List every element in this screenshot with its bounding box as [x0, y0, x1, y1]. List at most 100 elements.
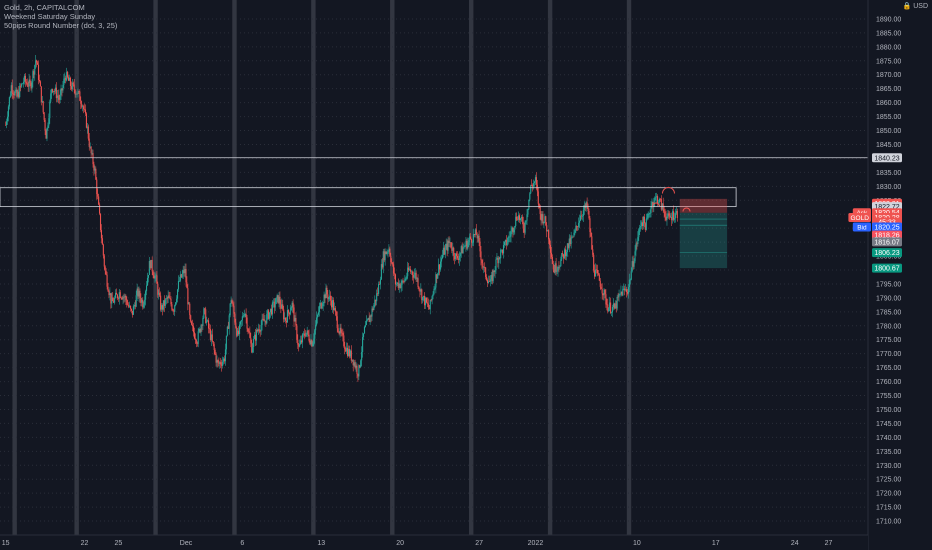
candle-body [595, 269, 598, 271]
candle-body [461, 246, 463, 254]
candle-body [227, 326, 229, 329]
candle-body [295, 317, 297, 326]
candle-body [217, 360, 219, 363]
candle-body [603, 289, 605, 296]
candle-body [269, 312, 271, 319]
candle-body [239, 321, 242, 325]
candle-body [247, 328, 249, 332]
candle-body [249, 332, 251, 338]
candle-body [545, 216, 547, 226]
candle-body [659, 198, 661, 200]
candle-body [618, 294, 620, 298]
candle-body [308, 334, 310, 341]
candle-body [467, 242, 469, 249]
candle-body [487, 281, 490, 283]
candle-body [189, 303, 191, 316]
candle-body [121, 297, 123, 300]
currency-selector[interactable]: 🔒 USD [903, 2, 929, 10]
candle-body [663, 209, 665, 212]
candle-body [293, 307, 295, 322]
price-label-text: 1840.23 [874, 155, 899, 162]
candle-body [93, 164, 95, 171]
supply-zone-box[interactable] [0, 187, 737, 208]
candle-body [168, 295, 170, 299]
candle-body [658, 198, 661, 203]
candle-body [243, 315, 245, 317]
candle-body [111, 297, 113, 304]
candle-body [353, 362, 355, 366]
candle-body [144, 299, 146, 305]
candle-body [637, 237, 639, 245]
stop-zone[interactable] [679, 198, 728, 213]
candle-body [412, 275, 414, 278]
candle-body [378, 284, 381, 285]
candle-body [381, 264, 383, 268]
candle-body [225, 335, 227, 350]
candle-body [417, 278, 419, 287]
candle-body [433, 288, 435, 294]
drawn-levels[interactable] [0, 157, 868, 208]
position-box[interactable] [679, 198, 728, 269]
candle-body [620, 291, 622, 294]
price-tick-label: 1725.00 [876, 477, 901, 484]
candle-body [451, 247, 453, 251]
candle-body [393, 273, 396, 275]
candle-body [300, 340, 303, 343]
price-chart[interactable]: 1710.00 1715.00 1720.00 1725.00 1730.00 1735.… [0, 0, 932, 550]
symbol-title[interactable]: Gold, 2h, CAPITALCOM [4, 3, 117, 12]
candle-body [209, 329, 211, 341]
candle-body [422, 296, 424, 301]
time-axis[interactable]: 15 22 25 Dec 6 13 20 27 2022 10 17 24 27 [0, 534, 868, 550]
candle-body [380, 264, 382, 280]
candle-body [393, 264, 395, 274]
candle-body [92, 153, 94, 165]
candle-body [577, 226, 579, 228]
candle-body [398, 283, 400, 288]
candle-body [564, 249, 566, 259]
candle-body [110, 293, 112, 304]
candle-body [647, 214, 649, 218]
candle-body [30, 82, 32, 89]
indicator-round-number[interactable]: 50pips Round Number (dot, 3, 25) [4, 21, 117, 30]
price-label-text: 1820.25 [874, 225, 899, 232]
time-tick-label: 2022 [528, 540, 544, 547]
candle-body [672, 211, 675, 220]
indicator-weekend[interactable]: Weekend Saturday Sunday [4, 12, 117, 21]
candle-body [100, 230, 103, 239]
candle-body [524, 221, 526, 233]
candle-body [669, 215, 671, 218]
candle-body [55, 87, 57, 99]
candle-body [611, 306, 614, 313]
candle-body [322, 303, 324, 307]
candle-body [141, 299, 143, 303]
candle-body [263, 319, 265, 322]
candle-body [362, 337, 364, 352]
candle-body [321, 306, 323, 309]
candle-body [17, 91, 19, 97]
candle-body [260, 325, 262, 332]
candle-body [392, 262, 394, 265]
candle-body [531, 185, 533, 186]
candle-body [411, 271, 413, 276]
candle-body [66, 71, 68, 81]
candle-body [635, 243, 637, 252]
candle-body [425, 297, 428, 303]
candle-body [186, 282, 188, 289]
price-axis[interactable]: 1710.00 1715.00 1720.00 1725.00 1730.00 1735.… [867, 0, 932, 550]
candle-body [34, 65, 36, 75]
candle-body [504, 239, 506, 243]
candle-body [385, 251, 387, 255]
candle-body [42, 101, 44, 113]
candle-body [593, 254, 595, 271]
candle-body [629, 279, 631, 281]
candle-body [182, 270, 184, 274]
candle-body [19, 85, 21, 98]
candle-body [525, 220, 527, 222]
candle-body [439, 264, 441, 270]
candle-body [332, 300, 335, 311]
candle-body [39, 81, 41, 87]
candle-body [103, 255, 105, 267]
candle-body [639, 227, 641, 230]
candle-body [57, 95, 59, 98]
target-zone[interactable] [679, 212, 728, 269]
